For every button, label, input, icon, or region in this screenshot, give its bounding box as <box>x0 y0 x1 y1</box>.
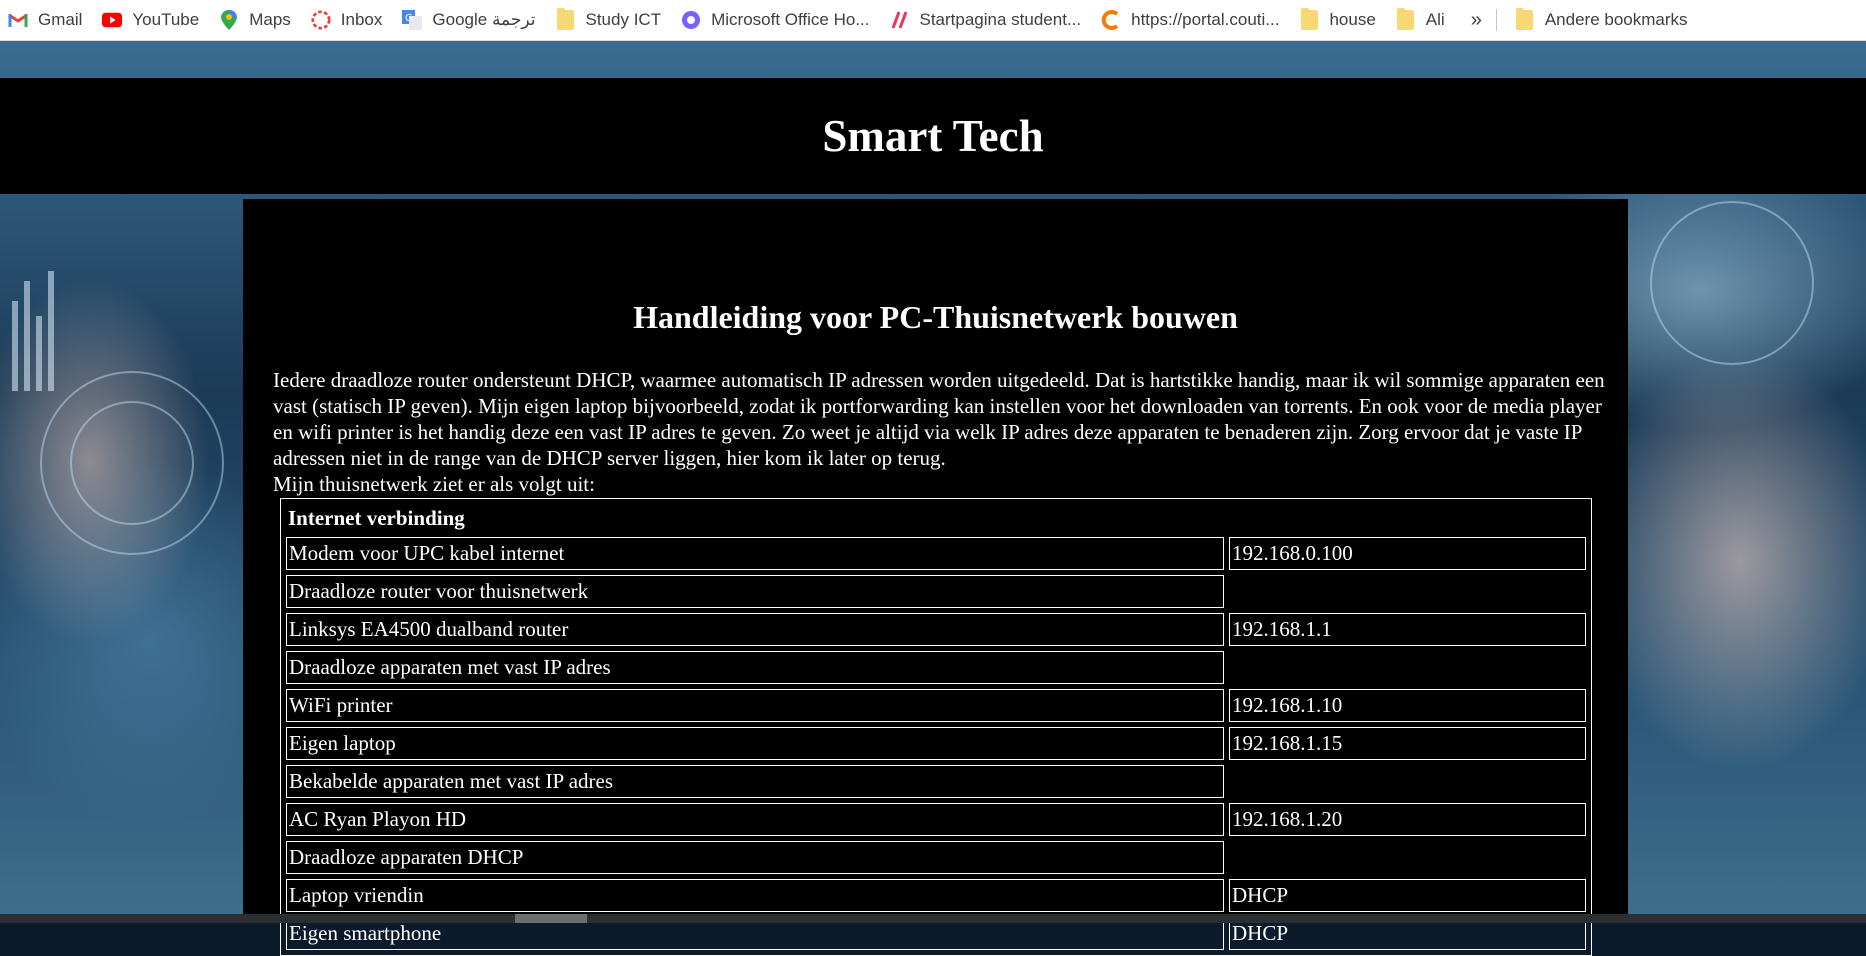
ip-address: 192.168.1.1 <box>1229 613 1586 646</box>
bookmarks-overflow-button[interactable]: » <box>1457 9 1496 32</box>
portal-icon <box>1101 10 1121 30</box>
ip-address: DHCP <box>1229 879 1586 912</box>
folder-icon <box>556 8 576 30</box>
inbox-icon <box>311 10 331 30</box>
bookmark-label: Microsoft Office Ho... <box>711 10 870 29</box>
table-row: WiFi printer 192.168.1.10 <box>286 689 1586 722</box>
bookmark-office[interactable]: Microsoft Office Ho... <box>673 0 881 40</box>
table-row: Draadloze apparaten met vast IP adres <box>286 651 1586 684</box>
ip-address-empty <box>1229 651 1586 684</box>
translate-icon: G <box>402 10 423 30</box>
bookmark-youtube[interactable]: YouTube <box>94 0 211 40</box>
ip-address: 192.168.1.20 <box>1229 803 1586 836</box>
bookmark-label: YouTube <box>132 10 200 29</box>
hud-bar <box>48 271 54 391</box>
startpagina-icon <box>890 10 910 30</box>
section-label: Draadloze apparaten DHCP <box>286 841 1224 874</box>
article-title: Handleiding voor PC-Thuisnetwerk bouwen <box>633 299 1238 335</box>
bookmark-gmail[interactable]: Gmail <box>0 0 94 40</box>
bookmark-label: Andere bookmarks <box>1544 10 1688 29</box>
content-panel: Handleiding voor PC-Thuisnetwerk bouwen … <box>243 199 1628 956</box>
horizontal-scrollbar[interactable] <box>0 914 1866 923</box>
section-label: Draadloze router voor thuisnetwerk <box>286 575 1224 608</box>
bookmark-maps[interactable]: Maps <box>211 0 303 40</box>
ip-address-empty <box>1229 575 1586 608</box>
table-row: Eigen laptop 192.168.1.15 <box>286 727 1586 760</box>
bookmarks-divider <box>1495 9 1497 31</box>
ip-address-empty <box>1229 765 1586 798</box>
bookmark-label: Gmail <box>38 10 83 29</box>
bookmark-portal[interactable]: https://portal.couti... <box>1093 0 1291 40</box>
maps-icon <box>219 10 239 30</box>
bookmark-other[interactable]: Andere bookmarks <box>1507 0 1700 40</box>
bookmark-label: Maps <box>249 10 291 29</box>
ip-address: 192.168.1.15 <box>1229 727 1586 760</box>
folder-icon <box>1396 8 1416 30</box>
bookmark-translate[interactable]: G Google ترجمة <box>394 0 547 40</box>
hud-circle <box>70 401 194 525</box>
table-heading: Internet verbinding <box>288 505 465 530</box>
table-row: Laptop vriendin DHCP <box>286 879 1586 912</box>
table-heading-row: Internet verbinding <box>286 504 1586 532</box>
site-title: Smart Tech <box>822 111 1044 161</box>
device-name: Laptop vriendin <box>286 879 1224 912</box>
device-name: AC Ryan Playon HD <box>286 803 1224 836</box>
bookmark-inbox[interactable]: Inbox <box>303 0 395 40</box>
svg-text:G: G <box>405 13 413 24</box>
section-label: Draadloze apparaten met vast IP adres <box>286 651 1224 684</box>
table-row: Draadloze router voor thuisnetwerk <box>286 575 1586 608</box>
bookmark-house[interactable]: house <box>1291 0 1387 40</box>
hud-bar <box>24 281 30 391</box>
youtube-icon <box>102 10 123 30</box>
bookmarks-bar: Gmail YouTube Maps Inbox G Google ترجمة … <box>0 0 1866 41</box>
gmail-icon <box>8 10 28 30</box>
scrollbar-thumb[interactable] <box>515 914 587 923</box>
table-row: Modem voor UPC kabel internet 192.168.0.… <box>286 537 1586 570</box>
ip-address: 192.168.1.10 <box>1229 689 1586 722</box>
network-table: Internet verbinding Modem voor UPC kabel… <box>280 498 1592 956</box>
bookmark-label: https://portal.couti... <box>1131 10 1280 29</box>
device-name: Linksys EA4500 dualband router <box>286 613 1224 646</box>
bookmark-label: Study ICT <box>585 10 662 29</box>
hud-bar <box>12 301 18 391</box>
bookmark-label: Ali <box>1425 10 1445 29</box>
folder-icon <box>1515 8 1535 30</box>
device-name: Modem voor UPC kabel internet <box>286 537 1224 570</box>
bookmark-startpagina[interactable]: Startpagina student... <box>882 0 1094 40</box>
device-name: Eigen laptop <box>286 727 1224 760</box>
site-header: Smart Tech <box>0 78 1866 194</box>
hud-bar <box>36 316 42 391</box>
bookmark-study-ict[interactable]: Study ICT <box>548 0 674 40</box>
section-label: Bekabelde apparaten met vast IP adres <box>286 765 1224 798</box>
ip-address: 192.168.0.100 <box>1229 537 1586 570</box>
bookmark-label: Inbox <box>340 10 383 29</box>
table-row: AC Ryan Playon HD 192.168.1.20 <box>286 803 1586 836</box>
office-icon <box>681 10 701 30</box>
bookmark-ali[interactable]: Ali <box>1388 0 1457 40</box>
folder-icon <box>1299 8 1319 30</box>
intro-paragraph: Iedere draadloze router ondersteunt DHCP… <box>273 368 1605 470</box>
table-row: Draadloze apparaten DHCP <box>286 841 1586 874</box>
bookmark-label: Google ترجمة <box>432 10 536 29</box>
table-row: Bekabelde apparaten met vast IP adres <box>286 765 1586 798</box>
ip-address-empty <box>1229 841 1586 874</box>
table-row: Linksys EA4500 dualband router 192.168.1… <box>286 613 1586 646</box>
hud-circle <box>1650 201 1814 365</box>
bookmark-label: house <box>1329 10 1376 29</box>
table-intro-text: Mijn thuisnetwerk ziet er als volgt uit: <box>273 472 595 496</box>
bookmark-label: Startpagina student... <box>919 10 1082 29</box>
device-name: WiFi printer <box>286 689 1224 722</box>
